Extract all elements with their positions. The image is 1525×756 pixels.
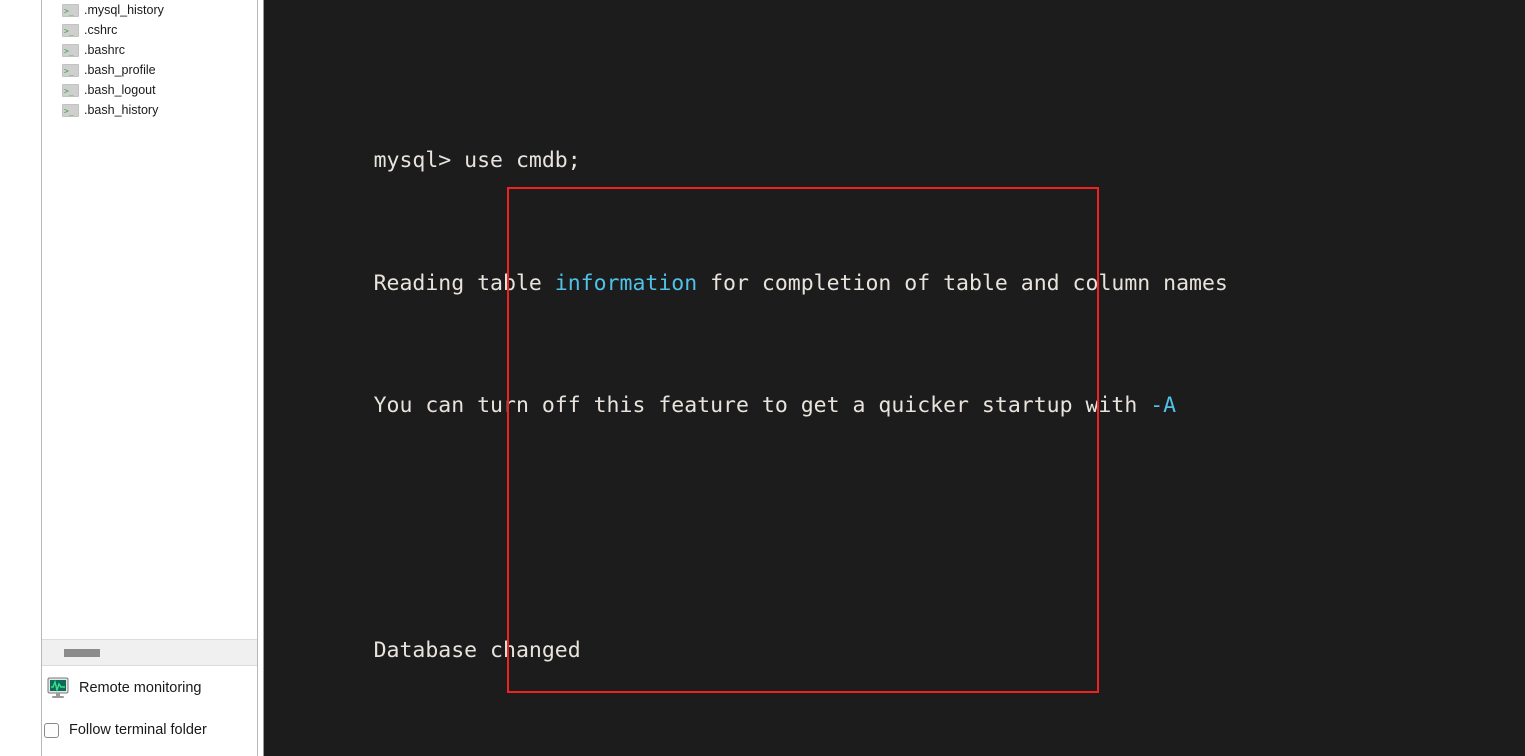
terminal-command: use cmdb; [464, 148, 581, 174]
remote-monitoring-label: Remote monitoring [79, 680, 202, 696]
shell-script-icon: >_ [62, 83, 79, 97]
list-item[interactable]: >_ .bash_history [42, 100, 257, 120]
file-name: .mysql_history [84, 2, 164, 17]
sidebar-section-header [42, 639, 257, 666]
shell-script-icon: >_ [62, 23, 79, 37]
terminal-line: You can turn off this feature to get a q… [270, 361, 1525, 418]
svg-text:>_: >_ [64, 86, 74, 95]
svg-text:>_: >_ [64, 66, 74, 75]
terminal-panel[interactable]: mysql> use cmdb; Reading table informati… [264, 0, 1525, 756]
terminal-text: for completion of table and column names [697, 270, 1228, 296]
shell-script-icon: >_ [62, 103, 79, 117]
shell-prompt: mysql> [373, 148, 465, 174]
terminal-text: Database changed [373, 637, 581, 663]
terminal-line: mysql> use cmdb; [270, 116, 1525, 173]
left-gutter [0, 0, 42, 756]
terminal-line: mysql> show tables; [270, 728, 1525, 756]
list-item[interactable]: >_ .cshrc [42, 20, 257, 40]
file-name: .bashrc [84, 42, 125, 57]
file-name: .bash_logout [84, 82, 156, 97]
list-item[interactable]: >_ .bash_profile [42, 60, 257, 80]
terminal-highlight-token: information [554, 270, 698, 296]
file-list[interactable]: >_ .mysql_history >_ .cshrc >_ .bashrc >… [42, 0, 257, 639]
terminal-text: You can turn off this feature to get a q… [373, 393, 1151, 419]
file-name: .bash_profile [84, 62, 156, 77]
section-placeholder-bar [64, 648, 100, 657]
terminal-line: Database changed [270, 605, 1525, 663]
shell-script-icon: >_ [62, 63, 79, 77]
list-item[interactable]: >_ .mysql_history [42, 0, 257, 20]
terminal-highlight-token: -A [1150, 393, 1177, 419]
shell-script-icon: >_ [62, 3, 79, 17]
sidebar-item-remote-monitoring[interactable]: Remote monitoring [42, 666, 257, 710]
terminal-text: Reading table [373, 270, 555, 296]
app-window: >_ .mysql_history >_ .cshrc >_ .bashrc >… [0, 0, 1525, 756]
follow-terminal-folder-label: Follow terminal folder [69, 722, 207, 738]
svg-text:>_: >_ [64, 106, 74, 115]
shell-script-icon: >_ [62, 43, 79, 57]
terminal-output: mysql> use cmdb; Reading table informati… [270, 24, 1525, 756]
file-name: .cshrc [84, 22, 118, 37]
svg-text:>_: >_ [64, 6, 74, 15]
file-browser-sidebar: >_ .mysql_history >_ .cshrc >_ .bashrc >… [42, 0, 258, 756]
terminal-line: Reading table information for completion… [270, 238, 1525, 296]
svg-text:>_: >_ [64, 46, 74, 55]
follow-terminal-folder-checkbox[interactable] [44, 722, 59, 738]
list-item[interactable]: >_ .bash_logout [42, 80, 257, 100]
list-item[interactable]: >_ .bashrc [42, 40, 257, 60]
follow-terminal-folder-row[interactable]: Follow terminal folder [42, 710, 257, 756]
svg-text:>_: >_ [64, 26, 74, 35]
file-name: .bash_history [84, 102, 159, 117]
monitor-waveform-icon [45, 677, 71, 699]
